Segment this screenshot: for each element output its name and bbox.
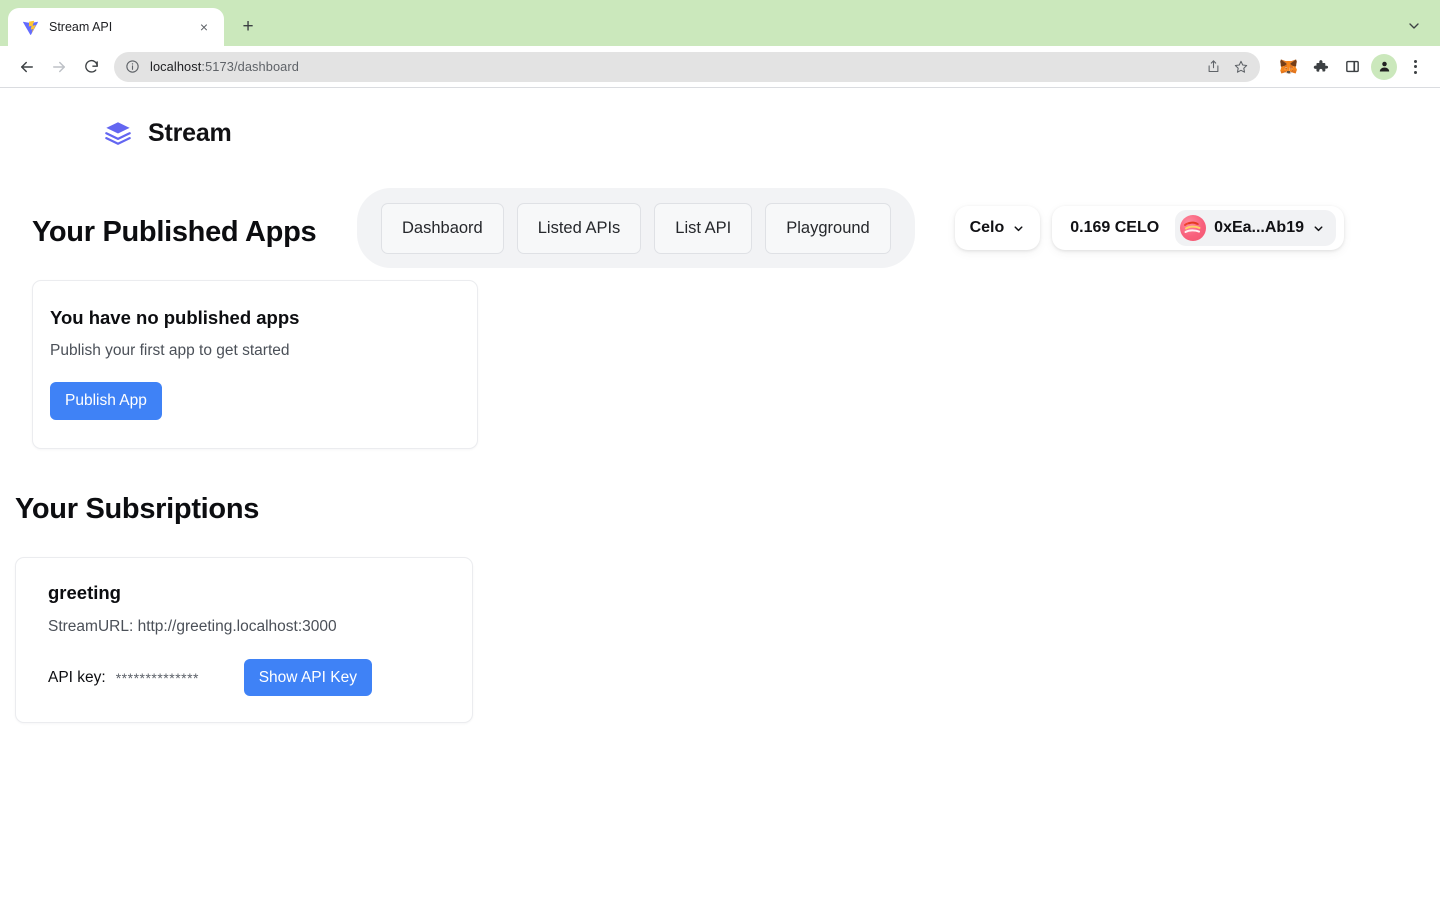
published-apps-card: You have no published apps Publish your … [32,280,478,449]
browser-window: Stream API × + localhost:5173/dashboard [0,0,1440,900]
account-button[interactable]: 0xEa...Ab19 [1175,210,1336,246]
wallet-balance: 0.169 CELO [1070,219,1160,236]
api-key-masked-value: ************** [115,669,199,686]
tab-strip: Stream API × + [0,0,1440,46]
address-bar-host: localhost [150,59,202,74]
network-selector-button[interactable]: Celo [954,206,1041,250]
menu-dot [1413,70,1417,74]
brand-name: Stream [148,118,232,147]
back-arrow-icon[interactable] [12,52,42,82]
subscription-card: greeting StreamURL: http://greeting.loca… [15,557,473,723]
app-header: Stream Dashbaord Listed APIs List API Pl… [0,88,1440,268]
subscriptions-section: Your Subsriptions greeting StreamURL: ht… [15,493,1440,723]
empty-state-subtitle: Publish your first app to get started [50,342,290,359]
network-label: Celo [969,219,1005,236]
nav-playground[interactable]: Playground [765,202,891,254]
puzzle-piece-icon[interactable] [1306,53,1334,81]
three-dot-menu-icon[interactable] [1402,54,1428,80]
main-content: Your Published Apps You have no publishe… [0,216,1440,723]
info-circle-icon[interactable] [125,59,141,75]
show-api-key-button[interactable]: Show API Key [243,659,372,696]
chevron-down-icon [1312,222,1325,235]
api-key-row: API key: ************** Show API Key [48,659,448,696]
browser-toolbar: localhost:5173/dashboard [0,46,1440,88]
subscriptions-title: Your Subsriptions [15,493,260,525]
main-navigation: Dashbaord Listed APIs List API Playgroun… [357,188,915,268]
close-icon[interactable]: × [194,17,214,37]
address-bar[interactable]: localhost:5173/dashboard [114,51,1260,82]
address-bar-url: localhost:5173/dashboard [150,59,299,74]
nav-listed-apis[interactable]: Listed APIs [516,202,642,254]
chevron-down-icon [1012,222,1025,235]
account-address: 0xEa...Ab19 [1214,219,1304,236]
avatar [1371,53,1397,80]
star-icon[interactable] [1228,54,1254,80]
nav-list-api[interactable]: List API [654,202,753,254]
chevron-down-icon[interactable] [1402,14,1426,38]
brand-logo[interactable]: Stream [104,119,232,148]
layers-icon [104,119,132,147]
profile-avatar-icon[interactable] [1370,53,1398,81]
tab-title: Stream API [49,20,113,34]
menu-dot [1413,59,1417,63]
metamask-fox-icon[interactable] [1274,53,1302,81]
empty-state-title: You have no published apps [50,307,300,328]
account-chip: 0.169 CELO 0xEa...Ab19 [1052,206,1344,250]
account-avatar-icon [1180,215,1207,241]
extension-icons [1274,53,1428,81]
menu-dot [1413,65,1417,68]
reload-icon[interactable] [76,52,106,82]
new-tab-button[interactable]: + [234,13,262,41]
wallet-area: Celo 0.169 CELO 0xEa...Ab19 [954,206,1344,250]
omnibox-actions [1200,54,1254,80]
share-icon[interactable] [1200,54,1226,80]
page-content: Stream Dashbaord Listed APIs List API Pl… [0,88,1440,900]
address-bar-path: :5173/dashboard [201,59,299,74]
nav-dashboard[interactable]: Dashbaord [381,202,504,254]
subscription-name: greeting [48,582,121,603]
api-key-label: API key: [48,668,106,686]
vite-logo-icon [22,19,39,36]
browser-tab[interactable]: Stream API × [8,8,224,46]
side-panel-icon[interactable] [1338,53,1366,81]
publish-app-button[interactable]: Publish App [50,382,162,420]
forward-arrow-icon [44,52,74,82]
subscription-stream-url: StreamURL: http://greeting.localhost:300… [48,618,337,635]
